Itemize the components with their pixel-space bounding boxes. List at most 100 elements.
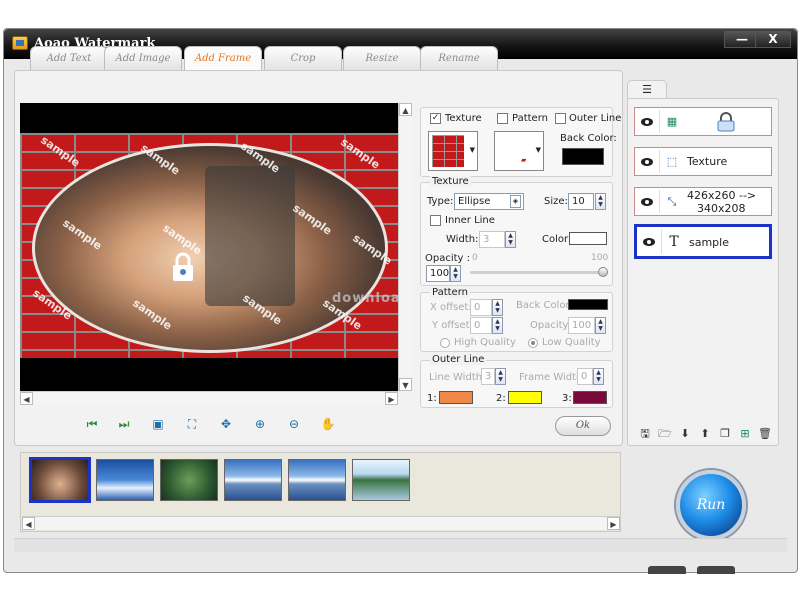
thumbnail[interactable] [288, 459, 346, 501]
hand-tool-icon[interactable]: ✋ [320, 417, 336, 431]
pattern-checkbox[interactable] [497, 113, 508, 124]
x-offset-stepper[interactable]: ▲ ▼ [492, 299, 503, 316]
bottom-tab-handle[interactable] [697, 566, 735, 574]
dropdown-arrow-icon: ▼ [469, 146, 475, 154]
outer-color2-swatch[interactable] [508, 391, 542, 404]
tab-add-text[interactable]: Add Text [30, 46, 108, 71]
center-icon[interactable]: ✥ [218, 417, 234, 431]
size-input[interactable]: 10 [568, 193, 594, 210]
pattern-check-label: Pattern [512, 113, 548, 124]
lock-image-icon [717, 112, 735, 132]
opacity-slider-track[interactable] [470, 271, 608, 274]
opacity-input[interactable]: 100 [426, 265, 450, 282]
pattern-opacity-stepper[interactable]: ▲ ▼ [595, 317, 606, 334]
eye-icon[interactable] [643, 238, 655, 246]
scroll-down-icon[interactable]: ▼ [399, 378, 412, 391]
first-image-icon[interactable]: ⏮ [84, 417, 100, 431]
save-icon[interactable]: 🖫 [638, 427, 652, 441]
bottom-tab-handle[interactable] [648, 566, 686, 574]
pattern-picker[interactable]: ▰ ▼ [494, 131, 544, 171]
fit-window-icon[interactable]: ▣ [150, 417, 166, 431]
delete-icon[interactable]: 🗑 [758, 427, 772, 441]
thumbnail[interactable] [224, 459, 282, 501]
low-quality-label: Low Quality [542, 337, 601, 348]
width-stepper[interactable]: ▲ ▼ [505, 231, 516, 248]
tab-add-image[interactable]: Add Image [104, 46, 182, 71]
frame-width-input[interactable]: 0 [577, 368, 593, 385]
x-offset-label: X offset: [430, 302, 472, 313]
inner-line-checkbox[interactable] [430, 215, 441, 226]
layer-item-text-selected[interactable]: T sample [634, 224, 772, 259]
thumbnail-scrollbar[interactable]: ◀ ▶ [22, 516, 620, 530]
color-label: Color: [542, 234, 572, 245]
back-color-swatch[interactable] [562, 148, 604, 165]
line-width-label: Line Width: [429, 372, 486, 383]
layer-item-texture[interactable]: ⬚ Texture [634, 147, 772, 176]
preview-horizontal-scrollbar[interactable]: ◀ ▶ [20, 391, 398, 405]
pattern-back-color-label: Back Color: [516, 300, 573, 311]
ellipse-photo [32, 143, 388, 353]
layer-divider [659, 110, 660, 133]
brick-texture-icon [432, 135, 464, 167]
add-layer-icon[interactable]: ⊞ [738, 427, 752, 441]
run-button[interactable]: Run [676, 470, 746, 540]
pattern-back-color-swatch[interactable] [568, 299, 608, 310]
opacity-stepper[interactable]: ▲ ▼ [450, 265, 461, 282]
thumbnail[interactable] [160, 459, 218, 501]
scroll-up-icon[interactable]: ▲ [399, 103, 412, 116]
copy-layer-icon[interactable]: ❐ [718, 427, 732, 441]
high-quality-radio[interactable] [440, 338, 450, 348]
line-width-stepper[interactable]: ▲ ▼ [495, 368, 506, 385]
outer-color1-swatch[interactable] [439, 391, 473, 404]
move-down-icon[interactable]: ⬇ [678, 427, 692, 441]
color3-label: 3: [562, 393, 572, 404]
texture-picker[interactable]: ▼ [428, 131, 478, 171]
inner-color-swatch[interactable] [569, 232, 607, 245]
texture-checkbox[interactable]: ✓ [430, 113, 441, 124]
thumbnail[interactable] [96, 459, 154, 501]
outer-color3-swatch[interactable] [573, 391, 607, 404]
outer-line-section-title: Outer Line [430, 354, 487, 365]
layer-item-resize[interactable]: ⤡ 426x260 --> 340x208 [634, 187, 772, 216]
eye-icon[interactable] [641, 198, 653, 206]
x-offset-input[interactable]: 0 [470, 299, 492, 316]
actual-size-icon[interactable]: ⛶ [184, 417, 200, 431]
width-input[interactable]: 3 [479, 231, 505, 248]
eye-icon[interactable] [641, 158, 653, 166]
move-up-icon[interactable]: ⬆ [698, 427, 712, 441]
ok-button[interactable]: Ok [555, 416, 611, 436]
layers-tab[interactable]: ☰ [627, 80, 667, 99]
scroll-right-icon[interactable]: ▶ [607, 517, 620, 530]
frame-width-label: Frame Width: [519, 372, 586, 383]
pattern-opacity-input[interactable]: 100 [568, 317, 595, 334]
frame-width-stepper[interactable]: ▲ ▼ [593, 368, 604, 385]
tab-add-frame[interactable]: Add Frame [184, 46, 262, 71]
thumbnail-selected[interactable] [29, 457, 91, 503]
tab-crop[interactable]: Crop [264, 46, 342, 71]
outer-line-checkbox[interactable] [555, 113, 566, 124]
size-stepper[interactable]: ▲ ▼ [595, 193, 606, 210]
line-width-input[interactable]: 3 [481, 368, 495, 385]
low-quality-radio[interactable] [528, 338, 538, 348]
next-image-icon[interactable]: ⏭ [116, 417, 132, 431]
eye-icon[interactable] [641, 118, 653, 126]
dropdown-arrow-icon: ▼ [535, 146, 541, 154]
y-offset-stepper[interactable]: ▲ ▼ [492, 317, 503, 334]
type-select[interactable]: Ellipse ◈ [454, 193, 524, 210]
tab-rename[interactable]: Rename [420, 46, 498, 71]
close-button[interactable]: X [755, 31, 791, 48]
layer-item-image[interactable]: ▦ [634, 107, 772, 136]
image-preview[interactable]: sample sample sample sample sample sampl… [20, 103, 398, 391]
opacity-slider-thumb[interactable] [598, 267, 608, 277]
zoom-out-icon[interactable]: ⊖ [286, 417, 302, 431]
tab-resize[interactable]: Resize [343, 46, 421, 71]
scroll-left-icon[interactable]: ◀ [20, 392, 33, 405]
zoom-in-icon[interactable]: ⊕ [252, 417, 268, 431]
preview-vertical-scrollbar[interactable]: ▲ ▼ [398, 103, 412, 391]
scroll-right-icon[interactable]: ▶ [385, 392, 398, 405]
opacity-label: Opacity : [425, 253, 471, 264]
y-offset-input[interactable]: 0 [470, 317, 492, 334]
scroll-left-icon[interactable]: ◀ [22, 517, 35, 530]
thumbnail[interactable] [352, 459, 410, 501]
open-folder-icon[interactable]: 🗁 [658, 427, 672, 441]
